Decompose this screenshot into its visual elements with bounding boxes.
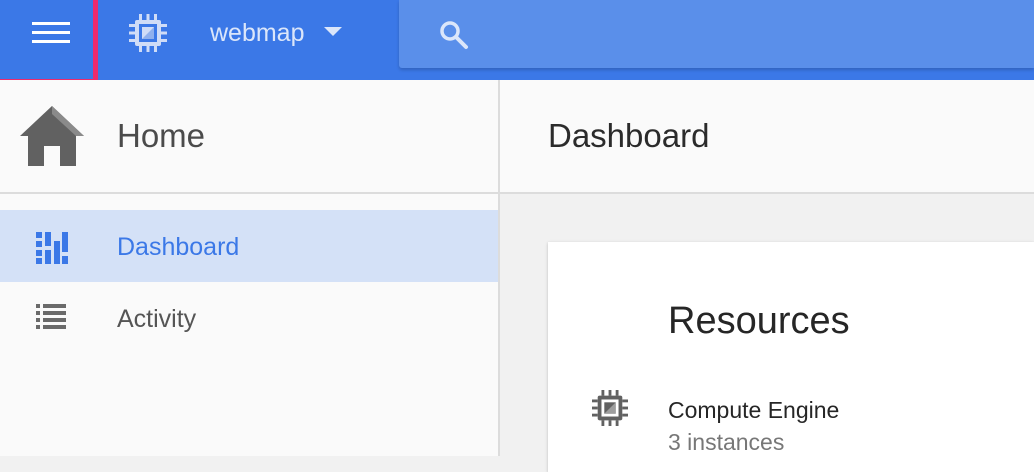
- resource-count: 3 instances: [668, 429, 785, 455]
- resource-name-link[interactable]: Compute Engine: [668, 397, 839, 424]
- caret-down-icon[interactable]: [324, 27, 342, 37]
- dashboard-icon: [36, 232, 68, 264]
- list-icon: [36, 304, 66, 329]
- chip-icon: [592, 390, 628, 426]
- home-icon: [20, 106, 84, 166]
- search-icon: [440, 21, 468, 49]
- main-menu-button[interactable]: [0, 0, 98, 84]
- sidebar-item-activity[interactable]: Activity: [0, 282, 498, 354]
- chip-icon: [129, 14, 167, 52]
- project-selector[interactable]: webmap: [210, 18, 305, 48]
- resources-card: Resources Compute Engine 3 instances: [548, 242, 1034, 472]
- sidebar-item-label: Dashboard: [117, 233, 240, 261]
- search-input[interactable]: [399, 0, 1034, 68]
- sidebar-home-header[interactable]: Home: [0, 80, 498, 194]
- page-title: Dashboard: [548, 117, 710, 154]
- sidebar: Home Dashboard Activity: [0, 80, 500, 456]
- top-bar: webmap: [0, 0, 1034, 84]
- menu-icon: [32, 22, 70, 43]
- sidebar-item-label: Activity: [117, 305, 197, 333]
- main-content: Dashboard Resources Compute Engine 3 ins…: [500, 80, 1034, 472]
- home-label: Home: [117, 117, 206, 154]
- card-title: Resources: [668, 300, 850, 342]
- page-header: Dashboard: [500, 80, 1034, 194]
- sidebar-item-dashboard[interactable]: Dashboard: [0, 210, 498, 282]
